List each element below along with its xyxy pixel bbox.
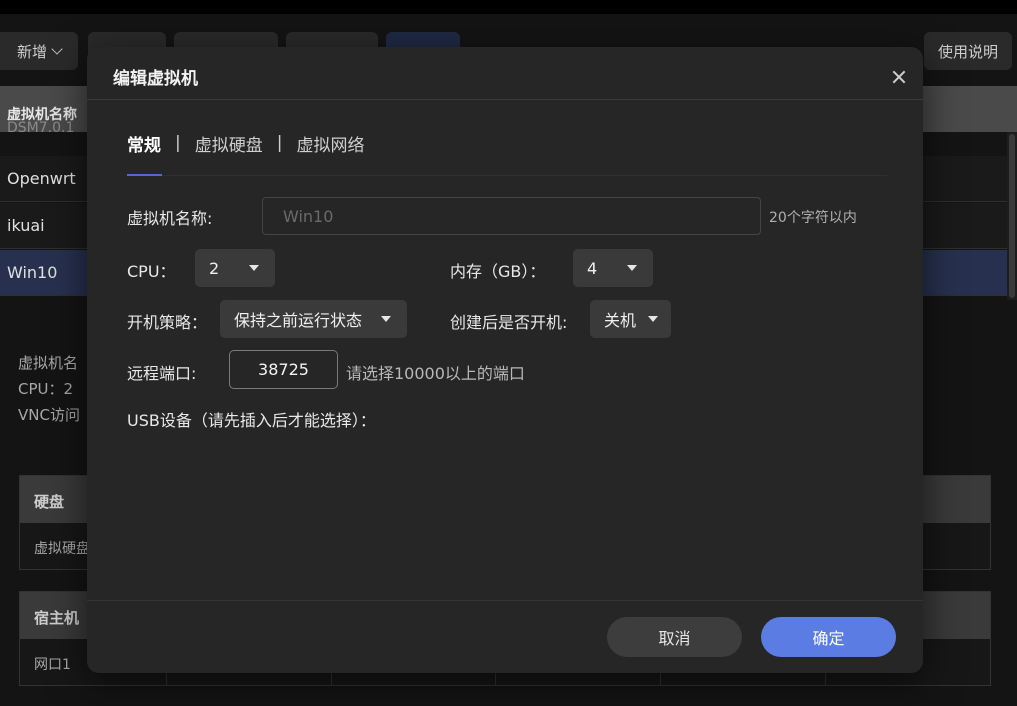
start-after-create-select[interactable]: 关机 — [590, 300, 671, 338]
edit-vm-dialog: 编辑虚拟机 常规 | 虚拟硬盘 | 虚拟网络 虚拟机名称: 20个字符以内 CP… — [87, 47, 923, 673]
help-button-label: 使用说明 — [937, 42, 998, 61]
vm-name-label: 虚拟机名称: — [127, 209, 213, 228]
tab-general[interactable]: 常规 — [127, 131, 161, 156]
cancel-button-label: 取消 — [658, 629, 691, 648]
cpu-select-value: 2 — [209, 258, 220, 278]
start-after-create-label: 创建后是否开机: — [450, 313, 568, 332]
vm-list-scroll-thumb[interactable] — [1009, 134, 1015, 298]
remote-port-input[interactable]: 38725 — [229, 350, 338, 389]
confirm-button[interactable]: 确定 — [761, 617, 896, 657]
vm-details: 虚拟机名 CPU：2 VNC访问 — [18, 350, 80, 428]
remote-port-value: 38725 — [258, 360, 309, 379]
boot-policy-select-value: 保持之前运行状态 — [234, 311, 363, 330]
start-after-create-select-value: 关机 — [604, 311, 637, 330]
tab-virtual-disk[interactable]: 虚拟硬盘 — [195, 131, 263, 156]
remote-port-hint: 请选择10000以上的端口 — [346, 364, 525, 383]
vm-details-cpu: CPU：2 — [18, 380, 74, 398]
vm-list-item-label: ikuai — [7, 216, 45, 235]
memory-select[interactable]: 4 — [573, 249, 653, 287]
vm-details-name: 虚拟机名 — [18, 354, 79, 372]
caret-down-icon — [381, 316, 391, 322]
dialog-footer-divider — [87, 600, 923, 601]
cancel-button[interactable]: 取消 — [607, 617, 742, 657]
dialog-header-divider — [87, 99, 923, 100]
dialog-title: 编辑虚拟机 — [113, 69, 198, 89]
vm-name-hint: 20个字符以内 — [769, 210, 857, 226]
caret-down-icon — [249, 265, 259, 271]
caret-down-icon — [627, 265, 637, 271]
vm-list-ghost-row: DSM7.0.1 — [7, 120, 75, 132]
tab-divider: | — [175, 133, 181, 153]
vm-details-vnc: VNC访问 — [18, 406, 80, 424]
close-icon[interactable] — [887, 65, 911, 89]
cpu-label: CPU： — [127, 262, 176, 281]
help-button[interactable]: 使用说明 — [924, 32, 1012, 70]
cpu-select[interactable]: 2 — [195, 249, 275, 287]
boot-policy-label: 开机策略： — [127, 313, 208, 332]
vm-list-item-label: Openwrt — [7, 169, 76, 188]
new-button-label: 新增 — [16, 42, 47, 61]
boot-policy-select[interactable]: 保持之前运行状态 — [220, 300, 407, 338]
new-button[interactable]: 新增 — [0, 32, 78, 70]
confirm-button-label: 确定 — [812, 629, 845, 648]
active-tab-indicator — [127, 174, 162, 176]
tab-virtual-network[interactable]: 虚拟网络 — [296, 131, 364, 156]
memory-label: 内存（GB）： — [450, 262, 546, 281]
dialog-tabs: 常规 | 虚拟硬盘 | 虚拟网络 — [127, 131, 364, 156]
window-top-strip — [0, 0, 1017, 14]
usb-device-label: USB设备（请先插入后才能选择）： — [127, 411, 376, 430]
caret-down-icon — [648, 316, 658, 322]
chevron-down-icon — [51, 43, 63, 55]
remote-port-label: 远程端口: — [127, 364, 197, 383]
tab-divider: | — [276, 133, 283, 153]
vm-list-item-label: Win10 — [7, 263, 58, 282]
tabs-baseline — [127, 175, 887, 176]
vm-name-input[interactable] — [262, 197, 761, 235]
memory-select-value: 4 — [587, 258, 598, 278]
